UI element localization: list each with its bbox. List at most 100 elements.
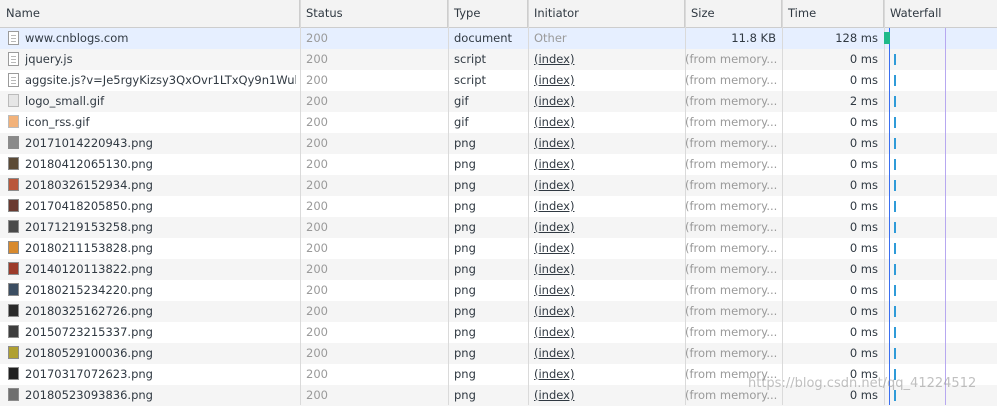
request-name[interactable]: 20171219153258.png [25,217,296,238]
cell-initiator[interactable]: (index) [528,70,685,91]
cell-initiator[interactable]: (index) [528,364,685,385]
request-name[interactable]: icon_rss.gif [25,112,296,133]
waterfall-bar[interactable] [894,348,896,359]
request-name[interactable]: 20180523093836.png [25,385,296,406]
column-header-waterfall[interactable]: Waterfall [884,0,997,27]
request-name[interactable]: 20180215234220.png [25,280,296,301]
cell-initiator[interactable]: (index) [528,322,685,343]
request-initiator[interactable]: (index) [534,262,574,276]
column-divider[interactable] [448,0,449,405]
request-row[interactable]: 20180412065130.png 200 png (index) (from mem… [0,154,997,175]
column-header-name[interactable]: Name [0,0,300,27]
request-row[interactable]: 20170418205850.png 200 png (index) (from mem… [0,196,997,217]
request-name[interactable]: logo_small.gif [25,91,296,112]
request-initiator[interactable]: (index) [534,346,574,360]
waterfall-bar[interactable] [894,243,896,254]
cell-initiator[interactable]: (index) [528,259,685,280]
request-row[interactable]: 20171219153258.png 200 png (index) (from mem… [0,217,997,238]
cell-initiator[interactable]: (index) [528,385,685,406]
waterfall-bar[interactable] [894,264,896,275]
request-name[interactable]: jquery.js [25,49,296,70]
request-name[interactable]: 20180326152934.png [25,175,296,196]
waterfall-bar[interactable] [894,222,896,233]
request-initiator[interactable]: (index) [534,73,574,87]
cell-initiator[interactable]: (index) [528,91,685,112]
request-name[interactable]: 20171014220943.png [25,133,296,154]
request-name[interactable]: 20140120113822.png [25,259,296,280]
request-row[interactable]: icon_rss.gif 200 gif (index) (from memory...… [0,112,997,133]
waterfall-bar[interactable] [894,369,896,380]
column-divider[interactable] [782,0,783,405]
request-row[interactable]: 20170317072623.png 200 png (index) (from mem… [0,364,997,385]
request-name[interactable]: 20150723215337.png [25,322,296,343]
request-initiator[interactable]: (index) [534,178,574,192]
request-row[interactable]: 20180325162726.png 200 png (index) (from mem… [0,301,997,322]
request-name[interactable]: 20180412065130.png [25,154,296,175]
cell-initiator[interactable]: (index) [528,196,685,217]
waterfall-bar[interactable] [894,285,896,296]
request-row[interactable]: 20180215234220.png 200 png (index) (from mem… [0,280,997,301]
request-row[interactable]: 20171014220943.png 200 png (index) (from mem… [0,133,997,154]
cell-initiator[interactable]: (index) [528,133,685,154]
cell-initiator[interactable]: (index) [528,217,685,238]
request-name[interactable]: 20170317072623.png [25,364,296,385]
column-header-initiator[interactable]: Initiator [528,0,685,27]
request-row[interactable]: 20150723215337.png 200 png (index) (from mem… [0,322,997,343]
waterfall-bar[interactable] [894,117,896,128]
waterfall-bar[interactable] [894,306,896,317]
request-row[interactable]: jquery.js 200 script (index) (from memory...… [0,49,997,70]
request-name[interactable]: 20180211153828.png [25,238,296,259]
waterfall-bar[interactable] [894,201,896,212]
request-name[interactable]: 20180325162726.png [25,301,296,322]
request-name[interactable]: aggsite.js?v=Je5rgyKizsy3QxOvr1LTxQy9n1W… [25,70,296,91]
waterfall-bar[interactable] [894,75,896,86]
request-row[interactable]: www.cnblogs.com 200 document Other 11.8 KB 12… [0,28,997,49]
waterfall-bar[interactable] [884,32,890,44]
request-initiator[interactable]: (index) [534,115,574,129]
request-initiator[interactable]: (index) [534,157,574,171]
request-initiator[interactable]: (index) [534,304,574,318]
waterfall-bar[interactable] [894,327,896,338]
request-initiator[interactable]: (index) [534,241,574,255]
request-initiator[interactable]: (index) [534,136,574,150]
request-initiator[interactable]: (index) [534,94,574,108]
request-row[interactable]: 20180529100036.png 200 png (index) (from mem… [0,343,997,364]
request-initiator[interactable]: (index) [534,199,574,213]
request-row[interactable]: 20180326152934.png 200 png (index) (from mem… [0,175,997,196]
request-initiator[interactable]: (index) [534,52,574,66]
waterfall-bar[interactable] [894,159,896,170]
cell-initiator[interactable]: (index) [528,175,685,196]
request-row[interactable]: 20180211153828.png 200 png (index) (from mem… [0,238,997,259]
request-name[interactable]: 20180529100036.png [25,343,296,364]
column-divider[interactable] [528,0,529,405]
column-header-status[interactable]: Status [300,0,448,27]
waterfall-bar[interactable] [894,54,896,65]
waterfall-bar[interactable] [894,390,896,401]
column-divider[interactable] [685,0,686,405]
cell-initiator[interactable]: (index) [528,154,685,175]
cell-initiator[interactable]: (index) [528,280,685,301]
request-row[interactable]: 20180523093836.png 200 png (index) (from mem… [0,385,997,406]
cell-initiator[interactable]: (index) [528,343,685,364]
request-row[interactable]: aggsite.js?v=Je5rgyKizsy3QxOvr1LTxQy9n1W… [0,70,997,91]
request-row[interactable]: logo_small.gif 200 gif (index) (from memory.… [0,91,997,112]
column-header-time[interactable]: Time [782,0,884,27]
cell-initiator[interactable]: (index) [528,49,685,70]
request-initiator[interactable]: (index) [534,367,574,381]
request-row[interactable]: 20140120113822.png 200 png (index) (from mem… [0,259,997,280]
cell-initiator[interactable]: (index) [528,238,685,259]
request-name[interactable]: 20170418205850.png [25,196,296,217]
cell-initiator[interactable]: (index) [528,301,685,322]
waterfall-bar[interactable] [894,180,896,191]
request-initiator[interactable]: (index) [534,325,574,339]
request-initiator[interactable]: (index) [534,220,574,234]
column-header-type[interactable]: Type [448,0,528,27]
column-divider[interactable] [300,0,301,405]
cell-initiator[interactable]: (index) [528,112,685,133]
request-initiator[interactable]: (index) [534,388,574,402]
request-initiator[interactable]: (index) [534,283,574,297]
waterfall-bar[interactable] [894,138,896,149]
waterfall-bar[interactable] [894,96,896,107]
column-header-size[interactable]: Size [685,0,782,27]
request-name[interactable]: www.cnblogs.com [25,28,296,49]
